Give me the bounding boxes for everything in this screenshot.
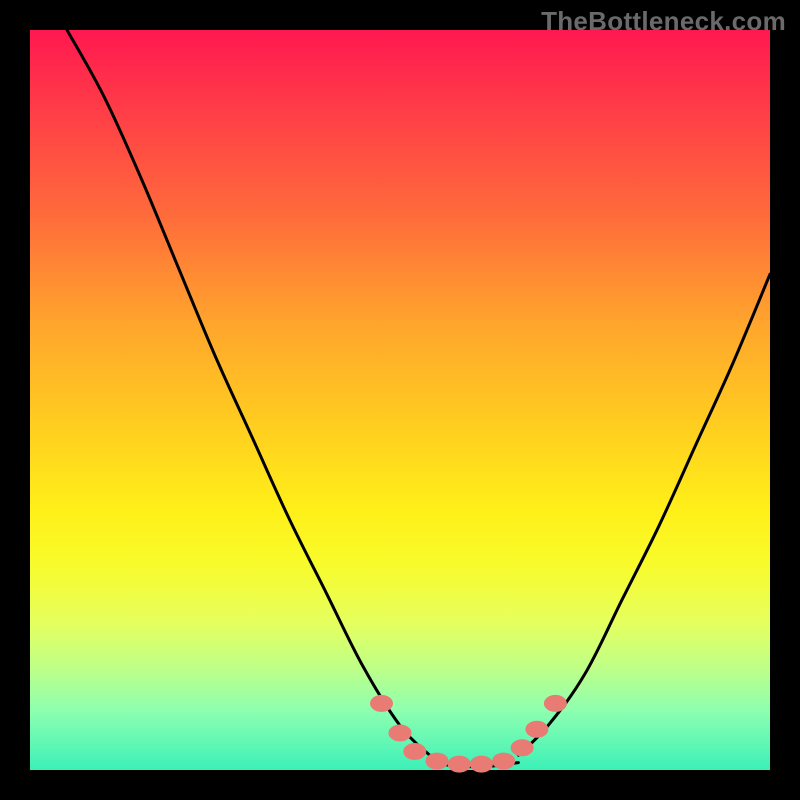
marker-point — [544, 695, 566, 711]
marker-point — [404, 744, 426, 760]
series-right-curve — [518, 274, 770, 755]
chart-svg — [30, 30, 770, 770]
marker-point — [511, 740, 533, 756]
marker-point — [448, 756, 470, 772]
marker-point — [526, 721, 548, 737]
series-left-curve — [67, 30, 430, 755]
marker-point — [493, 753, 515, 769]
marker-point — [426, 753, 448, 769]
series-group — [67, 30, 770, 767]
marker-group — [371, 695, 567, 772]
outer-frame: TheBottleneck.com — [0, 0, 800, 800]
marker-point — [371, 695, 393, 711]
plot-area — [30, 30, 770, 770]
marker-point — [389, 725, 411, 741]
marker-point — [470, 756, 492, 772]
